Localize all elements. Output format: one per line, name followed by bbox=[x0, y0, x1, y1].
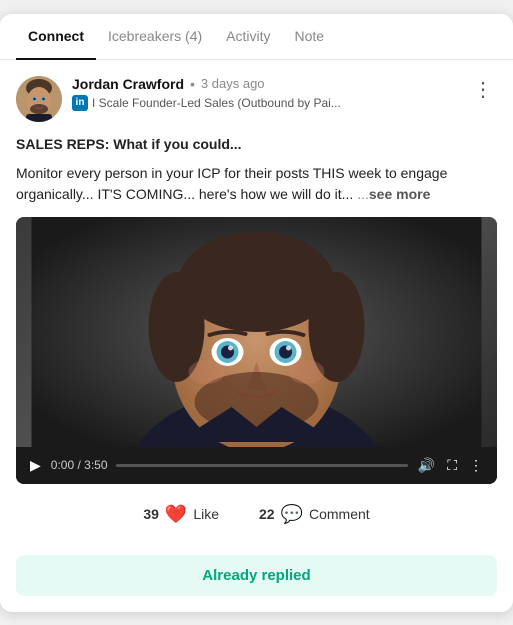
time-ago: 3 days ago bbox=[201, 76, 265, 91]
linkedin-icon: in bbox=[72, 95, 88, 111]
volume-button[interactable]: 🔊 bbox=[416, 455, 437, 476]
author-subtitle: I Scale Founder-Led Sales (Outbound by P… bbox=[92, 96, 341, 110]
video-player[interactable]: ▶ 0:00 / 3:50 🔊 ⛶ ⋮ bbox=[16, 217, 497, 484]
post-headline: SALES REPS: What if you could... bbox=[16, 134, 497, 155]
dot-separator: • bbox=[190, 76, 195, 92]
comment-reaction[interactable]: 22 💬 Comment bbox=[259, 504, 370, 525]
see-more-link[interactable]: see more bbox=[369, 186, 430, 202]
fullscreen-button[interactable]: ⛶ bbox=[445, 455, 459, 476]
progress-bar[interactable] bbox=[116, 464, 408, 467]
time-display: 0:00 / 3:50 bbox=[51, 458, 108, 472]
tab-connect[interactable]: Connect bbox=[16, 14, 96, 60]
post-header-left: Jordan Crawford • 3 days ago in I Scale … bbox=[16, 76, 341, 122]
tabs-bar: Connect Icebreakers (4) Activity Note bbox=[0, 14, 513, 60]
comments-count: 22 bbox=[259, 506, 275, 522]
post-body: Jordan Crawford • 3 days ago in I Scale … bbox=[0, 60, 513, 555]
play-button[interactable]: ▶ bbox=[28, 455, 43, 476]
tab-activity[interactable]: Activity bbox=[214, 14, 282, 60]
linkedin-badge: in I Scale Founder-Led Sales (Outbound b… bbox=[72, 95, 341, 111]
like-reaction[interactable]: 39 ❤️ Like bbox=[143, 504, 219, 525]
post-text: SALES REPS: What if you could... Monitor… bbox=[16, 134, 497, 205]
author-info: Jordan Crawford • 3 days ago in I Scale … bbox=[72, 76, 341, 111]
comment-label: Comment bbox=[309, 506, 370, 522]
likes-count: 39 bbox=[143, 506, 159, 522]
card: Connect Icebreakers (4) Activity Note bbox=[0, 14, 513, 612]
tab-icebreakers[interactable]: Icebreakers (4) bbox=[96, 14, 214, 60]
video-controls: ▶ 0:00 / 3:50 🔊 ⛶ ⋮ bbox=[16, 447, 497, 484]
already-replied-button[interactable]: Already replied bbox=[16, 555, 497, 596]
video-thumbnail bbox=[16, 217, 497, 447]
heart-icon: ❤️ bbox=[165, 504, 187, 525]
author-name: Jordan Crawford bbox=[72, 76, 184, 92]
post-header: Jordan Crawford • 3 days ago in I Scale … bbox=[16, 76, 497, 122]
controls-right: 🔊 ⛶ ⋮ bbox=[416, 455, 485, 476]
more-options-button[interactable]: ⋮ bbox=[469, 76, 497, 104]
comment-bubble-icon: 💬 bbox=[281, 504, 303, 525]
tab-note[interactable]: Note bbox=[283, 14, 337, 60]
author-name-row: Jordan Crawford • 3 days ago bbox=[72, 76, 341, 92]
like-label: Like bbox=[193, 506, 219, 522]
avatar bbox=[16, 76, 62, 122]
video-more-button[interactable]: ⋮ bbox=[467, 455, 485, 476]
see-more-prefix: ... bbox=[353, 186, 369, 202]
reactions-row: 39 ❤️ Like 22 💬 Comment bbox=[16, 498, 497, 539]
